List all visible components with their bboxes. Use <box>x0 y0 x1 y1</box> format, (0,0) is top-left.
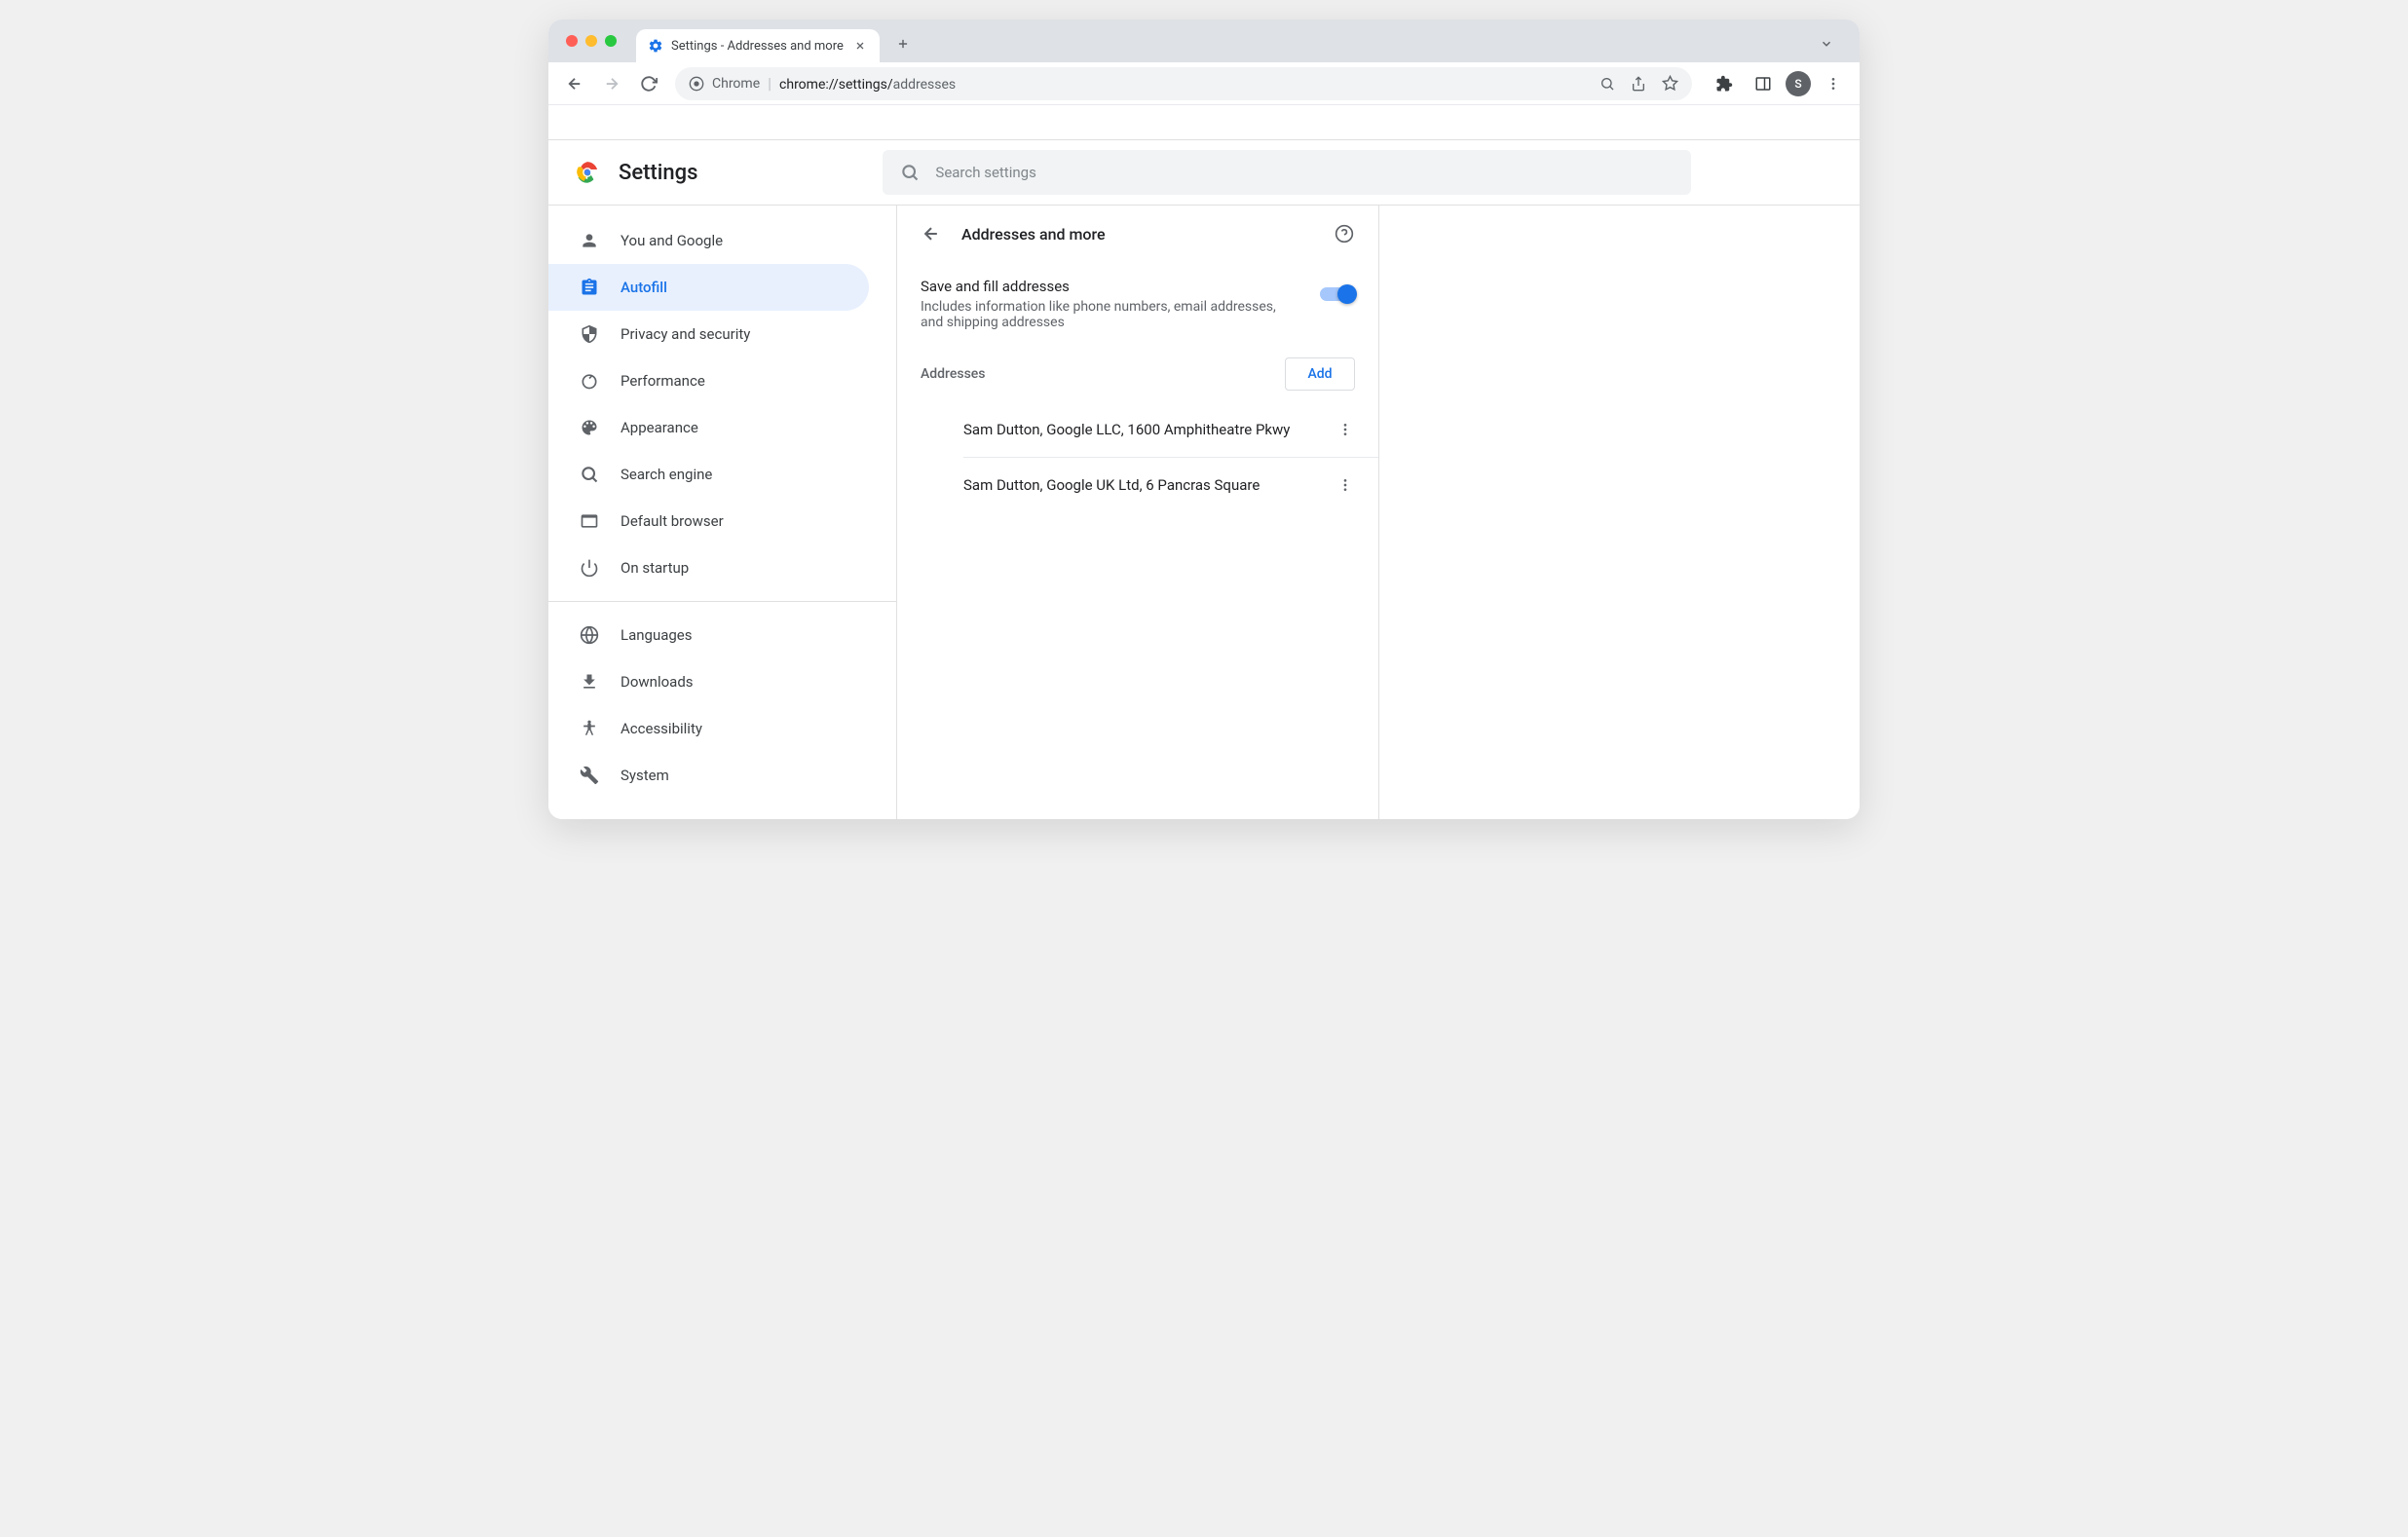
globe-icon <box>580 625 599 645</box>
panel-back-button[interactable] <box>921 223 942 244</box>
address-text: Sam Dutton, Google LLC, 1600 Amphitheatr… <box>963 421 1290 438</box>
wrench-icon <box>580 766 599 785</box>
settings-header: Settings <box>548 139 1860 206</box>
url-text: chrome://settings/addresses <box>779 74 956 93</box>
panel-title: Addresses and more <box>961 225 1106 244</box>
profile-avatar[interactable]: S <box>1786 71 1811 96</box>
bookmark-star-icon[interactable] <box>1661 75 1678 93</box>
person-icon <box>580 231 599 250</box>
sidebar-item-default-browser[interactable]: Default browser <box>548 498 869 544</box>
sidebar-divider <box>548 601 896 602</box>
sidebar-item-label: Search engine <box>621 466 712 483</box>
speedometer-icon <box>580 371 599 391</box>
browser-window: Settings - Addresses and more <box>548 19 1860 819</box>
close-window-button[interactable] <box>566 35 578 47</box>
addresses-section-header: Addresses Add <box>897 346 1378 402</box>
sidebar-item-on-startup[interactable]: On startup <box>548 544 869 591</box>
save-fill-title: Save and fill addresses <box>921 278 1300 295</box>
clipboard-icon <box>580 278 599 297</box>
forward-button[interactable] <box>595 67 628 100</box>
settings-app-title: Settings <box>619 161 697 185</box>
download-icon <box>580 672 599 692</box>
address-text: Sam Dutton, Google UK Ltd, 6 Pancras Squ… <box>963 476 1260 494</box>
save-fill-description: Includes information like phone numbers,… <box>921 299 1300 330</box>
palette-icon <box>580 418 599 437</box>
search-settings-field[interactable] <box>883 150 1691 195</box>
window-controls <box>558 35 617 47</box>
settings-content: You and Google Autofill Privacy and secu… <box>548 206 1860 819</box>
browser-window-icon <box>580 511 599 531</box>
sidebar-item-label: Appearance <box>621 419 698 436</box>
sidebar-item-label: Languages <box>621 626 693 644</box>
site-info-icon[interactable] <box>689 76 704 92</box>
sidebar-item-label: Accessibility <box>621 720 702 737</box>
address-list-item[interactable]: Sam Dutton, Google UK Ltd, 6 Pancras Squ… <box>897 458 1378 512</box>
tab-strip: Settings - Addresses and more <box>548 19 1860 62</box>
settings-sidebar: You and Google Autofill Privacy and secu… <box>548 206 897 819</box>
power-icon <box>580 558 599 578</box>
sidebar-item-label: You and Google <box>621 232 723 249</box>
chrome-menu-icon[interactable] <box>1817 67 1850 100</box>
search-icon <box>900 163 920 182</box>
maximize-window-button[interactable] <box>605 35 617 47</box>
chrome-logo-icon <box>576 161 599 184</box>
sidebar-item-appearance[interactable]: Appearance <box>548 404 869 451</box>
sidebar-item-label: On startup <box>621 559 689 577</box>
more-actions-icon[interactable] <box>1336 475 1355 495</box>
zoom-icon[interactable] <box>1599 75 1616 93</box>
side-panel-icon[interactable] <box>1747 67 1780 100</box>
reload-button[interactable] <box>632 67 665 100</box>
sidebar-item-label: Privacy and security <box>621 325 750 343</box>
sidebar-item-privacy[interactable]: Privacy and security <box>548 311 869 357</box>
addresses-section-title: Addresses <box>921 366 986 382</box>
new-tab-button[interactable] <box>889 30 917 57</box>
sidebar-item-label: Autofill <box>621 279 667 296</box>
settings-gear-icon <box>648 38 663 54</box>
back-button[interactable] <box>558 67 591 100</box>
save-fill-toggle[interactable] <box>1320 287 1355 301</box>
save-fill-addresses-row: Save and fill addresses Includes informa… <box>897 262 1378 346</box>
sidebar-item-languages[interactable]: Languages <box>548 612 869 658</box>
tab-title: Settings - Addresses and more <box>671 39 845 54</box>
sidebar-item-label: System <box>621 767 669 784</box>
sidebar-item-label: Performance <box>621 372 705 390</box>
panel-header: Addresses and more <box>897 206 1378 262</box>
sidebar-item-accessibility[interactable]: Accessibility <box>548 705 869 752</box>
minimize-window-button[interactable] <box>585 35 597 47</box>
share-icon[interactable] <box>1630 75 1647 93</box>
shield-icon <box>580 324 599 344</box>
tab-search-dropdown[interactable] <box>1813 30 1840 57</box>
sidebar-item-label: Default browser <box>621 512 724 530</box>
close-tab-button[interactable] <box>852 38 868 54</box>
address-list-item[interactable]: Sam Dutton, Google LLC, 1600 Amphitheatr… <box>897 402 1378 457</box>
sidebar-item-downloads[interactable]: Downloads <box>548 658 869 705</box>
help-icon[interactable] <box>1334 223 1355 244</box>
add-address-button[interactable]: Add <box>1285 357 1354 391</box>
sidebar-item-you-and-google[interactable]: You and Google <box>548 217 869 264</box>
settings-main-panel: Addresses and more Save and fill address… <box>897 206 1379 819</box>
browser-tab[interactable]: Settings - Addresses and more <box>636 29 880 62</box>
sidebar-item-search-engine[interactable]: Search engine <box>548 451 869 498</box>
search-icon <box>580 465 599 484</box>
sidebar-item-system[interactable]: System <box>548 752 869 799</box>
sidebar-item-performance[interactable]: Performance <box>548 357 869 404</box>
sidebar-item-autofill[interactable]: Autofill <box>548 264 869 311</box>
address-bar[interactable]: Chrome | chrome://settings/addresses <box>675 67 1692 100</box>
sidebar-item-label: Downloads <box>621 673 694 691</box>
accessibility-icon <box>580 719 599 738</box>
browser-toolbar: Chrome | chrome://settings/addresses <box>548 62 1860 105</box>
extensions-icon[interactable] <box>1708 67 1741 100</box>
url-scheme: Chrome <box>712 76 760 92</box>
search-settings-input[interactable] <box>935 164 1674 181</box>
more-actions-icon[interactable] <box>1336 420 1355 439</box>
